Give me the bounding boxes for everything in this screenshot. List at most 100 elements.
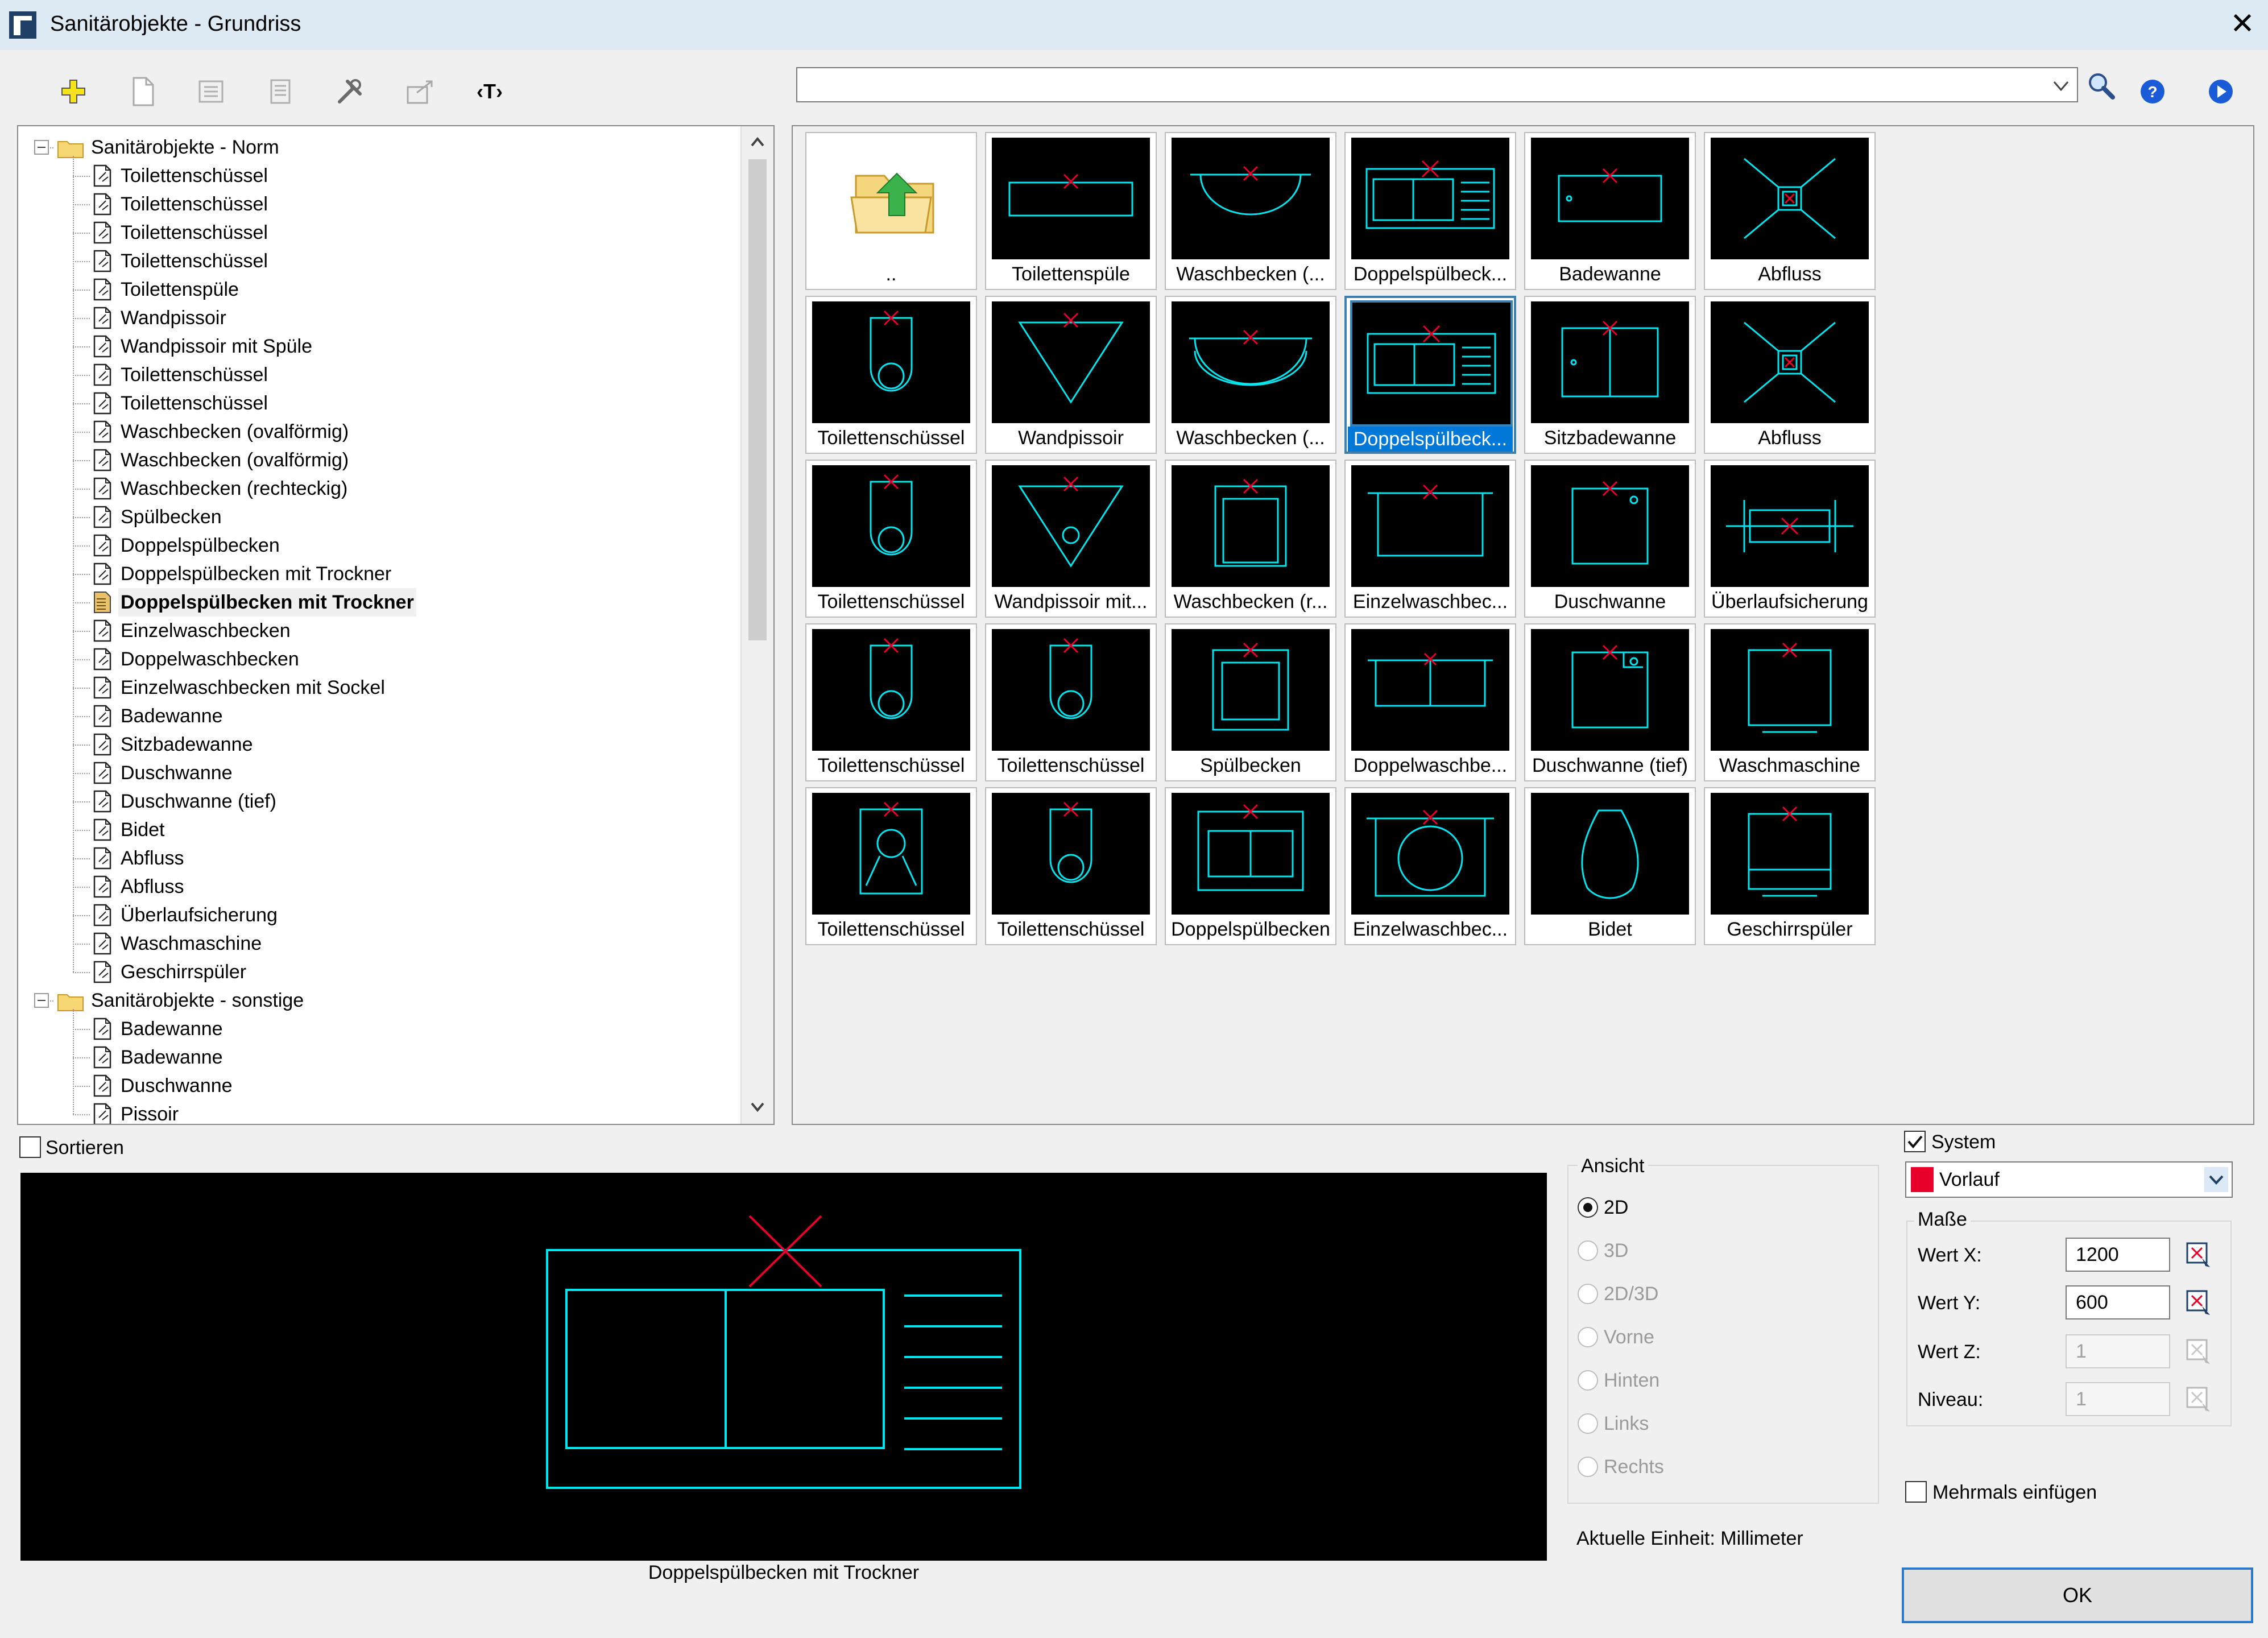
tree-item[interactable]: Einzelwaschbecken mit Sockel: [91, 673, 387, 702]
tree-item[interactable]: Abfluss: [91, 872, 187, 901]
tree-item[interactable]: Toilettenschüssel: [91, 247, 270, 275]
tree-item[interactable]: Wandpissoir mit Spüle: [91, 332, 314, 361]
grid-cell[interactable]: Toilettenschüssel: [985, 623, 1157, 781]
tree-item[interactable]: Badewanne: [91, 1015, 225, 1043]
dimension-input[interactable]: 1200: [2066, 1238, 2170, 1272]
tree-item[interactable]: Waschbecken (rechteckig): [91, 474, 350, 503]
ok-button[interactable]: OK: [1902, 1567, 2253, 1623]
view-option-vorne[interactable]: Vorne: [1578, 1323, 1654, 1351]
grid-cell[interactable]: Doppelwaschbe...: [1344, 623, 1516, 781]
radio-button-icon[interactable]: [1578, 1370, 1598, 1391]
grid-cell[interactable]: Doppelspülbecken: [1165, 787, 1336, 945]
scroll-down-icon[interactable]: [746, 1095, 769, 1118]
tree-item[interactable]: Spülbecken: [91, 503, 224, 531]
tree-item[interactable]: Toilettenschüssel: [91, 389, 270, 417]
scroll-thumb[interactable]: [748, 159, 767, 640]
pick-value-icon[interactable]: [2185, 1289, 2213, 1317]
view-option-3d[interactable]: 3D: [1578, 1236, 1628, 1265]
radio-button-icon[interactable]: [1578, 1284, 1598, 1304]
grid-cell[interactable]: Sitzbadewanne: [1524, 296, 1696, 454]
pick-value-icon[interactable]: [2185, 1241, 2213, 1269]
radio-button-icon[interactable]: [1578, 1413, 1598, 1434]
tree-item[interactable]: Badewanne: [91, 702, 225, 730]
grid-cell[interactable]: Toilettenschüssel: [985, 787, 1157, 945]
close-button[interactable]: ✕: [2228, 8, 2257, 40]
dimension-input[interactable]: 1: [2066, 1334, 2170, 1368]
grid-cell[interactable]: Wandpissoir: [985, 296, 1157, 454]
play-icon[interactable]: [2201, 72, 2241, 111]
tree-item[interactable]: Duschwanne: [91, 1072, 235, 1100]
grid-cell[interactable]: Toilettenschüssel: [805, 460, 977, 618]
grid-cell[interactable]: Abfluss: [1704, 132, 1876, 290]
tree-view[interactable]: Sanitärobjekte - Norm Toilettenschüssel To…: [17, 125, 775, 1125]
tree-item[interactable]: Doppelspülbecken mit Trockner: [91, 560, 394, 588]
tree-group[interactable]: Sanitärobjekte - sonstige: [57, 986, 306, 1015]
grid-cell[interactable]: Badewanne: [1524, 132, 1696, 290]
radio-button-icon[interactable]: [1578, 1240, 1598, 1261]
sort-checkbox[interactable]: [19, 1136, 41, 1158]
system-checkbox[interactable]: [1904, 1131, 1926, 1152]
grid-cell[interactable]: Toilettenschüssel: [805, 623, 977, 781]
text-tool-button[interactable]: ‹T›: [470, 72, 510, 111]
tree-scrollbar[interactable]: [740, 126, 773, 1124]
pick-value-icon[interactable]: [2185, 1338, 2213, 1366]
tree-item[interactable]: Doppelwaschbecken: [91, 645, 301, 673]
tree-group[interactable]: Sanitärobjekte - Norm: [57, 133, 282, 162]
view-option-2d-3d[interactable]: 2D/3D: [1578, 1280, 1658, 1308]
grid-cell[interactable]: Duschwanne (tief): [1524, 623, 1696, 781]
grid-cell[interactable]: Waschbecken (...: [1165, 132, 1336, 290]
tree-item[interactable]: Duschwanne: [91, 759, 235, 787]
grid-cell[interactable]: Bidet: [1524, 787, 1696, 945]
symbol-grid[interactable]: .. Toilettenspüle Waschbecken (... Doppelsp…: [792, 125, 2254, 1125]
view-option-links[interactable]: Links: [1578, 1409, 1649, 1438]
help-icon[interactable]: ?: [2133, 72, 2172, 111]
dimension-input[interactable]: 600: [2066, 1285, 2170, 1320]
layer-dropdown[interactable]: Vorlauf: [1905, 1161, 2233, 1198]
tree-item[interactable]: Geschirrspüler: [91, 958, 249, 986]
tools-icon[interactable]: [330, 72, 370, 111]
grid-cell[interactable]: Duschwanne: [1524, 460, 1696, 618]
grid-cell[interactable]: Einzelwaschbec...: [1344, 460, 1516, 618]
grid-cell[interactable]: Toilettenschüssel: [805, 296, 977, 454]
tree-item[interactable]: Toilettenschüssel: [91, 361, 270, 389]
tree-item[interactable]: Pissoir: [91, 1100, 181, 1124]
radio-button-icon[interactable]: [1578, 1457, 1598, 1477]
tree-item[interactable]: Toilettenschüssel: [91, 190, 270, 218]
grid-cell[interactable]: Überlaufsicherung: [1704, 460, 1876, 618]
multi-insert-checkbox[interactable]: [1905, 1481, 1927, 1503]
tree-item[interactable]: Waschmaschine: [91, 929, 264, 958]
grid-cell[interactable]: Toilettenspüle: [985, 132, 1157, 290]
tree-collapse-toggle[interactable]: [34, 993, 49, 1008]
tree-item[interactable]: Bidet: [91, 816, 167, 844]
grid-cell[interactable]: Doppelspülbeck...: [1344, 296, 1516, 454]
search-icon[interactable]: [2081, 66, 2121, 106]
view-option-rechts[interactable]: Rechts: [1578, 1453, 1664, 1481]
tree-item[interactable]: Toilettenspüle: [91, 275, 241, 304]
tree-item[interactable]: Doppelspülbecken: [91, 531, 282, 560]
grid-cell[interactable]: Einzelwaschbec...: [1344, 787, 1516, 945]
tree-item[interactable]: Wandpissoir: [91, 304, 229, 332]
grid-cell[interactable]: Doppelspülbeck...: [1344, 132, 1516, 290]
search-combobox[interactable]: [796, 67, 2078, 102]
tree-item[interactable]: Toilettenschüssel: [91, 162, 270, 190]
radio-button-icon[interactable]: [1578, 1197, 1598, 1218]
chevron-down-icon[interactable]: [2204, 1167, 2228, 1192]
tree-item[interactable]: Toilettenschüssel: [91, 218, 270, 247]
tree-item[interactable]: Sitzbadewanne: [91, 730, 255, 759]
view-option-hinten[interactable]: Hinten: [1578, 1366, 1659, 1395]
pick-value-icon[interactable]: [2185, 1385, 2213, 1414]
grid-cell[interactable]: Wandpissoir mit...: [985, 460, 1157, 618]
add-icon[interactable]: [53, 72, 93, 111]
grid-cell[interactable]: Waschmaschine: [1704, 623, 1876, 781]
grid-cell[interactable]: Toilettenschüssel: [805, 787, 977, 945]
chevron-down-icon[interactable]: [2050, 74, 2072, 97]
tree-item[interactable]: Badewanne: [91, 1043, 225, 1072]
tree-collapse-toggle[interactable]: [34, 140, 49, 155]
grid-cell[interactable]: Waschbecken (r...: [1165, 460, 1336, 618]
grid-cell[interactable]: Geschirrspüler: [1704, 787, 1876, 945]
scroll-up-icon[interactable]: [746, 131, 769, 154]
grid-cell[interactable]: Abfluss: [1704, 296, 1876, 454]
tree-item[interactable]: Abfluss: [91, 844, 187, 872]
view-option-2d[interactable]: 2D: [1578, 1193, 1628, 1222]
grid-cell[interactable]: Spülbecken: [1165, 623, 1336, 781]
